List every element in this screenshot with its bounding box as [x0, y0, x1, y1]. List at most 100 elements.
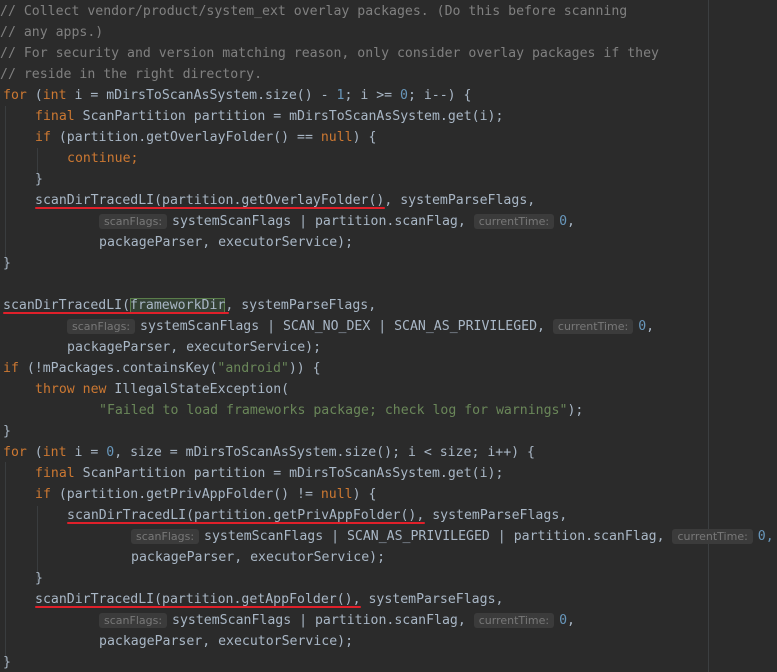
- code-text: }: [35, 571, 43, 586]
- parameter-hint: scanFlags:: [99, 613, 168, 628]
- code-text: (: [26, 88, 43, 103]
- error-underline: [67, 522, 425, 524]
- highlighted-identifier[interactable]: frameworkDir: [130, 298, 226, 313]
- code-text: ,: [567, 613, 575, 628]
- code-text: ,: [646, 319, 655, 334]
- code-line: final ScanPartition partition = mDirsToS…: [35, 106, 503, 127]
- code-line: }: [3, 421, 11, 442]
- code-text: ) {: [352, 487, 377, 502]
- code-text: }: [3, 256, 11, 271]
- code-line: scanFlags: systemScanFlags | SCAN_AS_PRIV…: [131, 526, 774, 547]
- code-text: ) {: [352, 130, 377, 145]
- parameter-hint: scanFlags:: [131, 529, 200, 544]
- error-underline: [35, 606, 361, 608]
- parameter-hint: scanFlags:: [99, 214, 168, 229]
- code-line: // reside in the right directory.: [0, 64, 262, 85]
- number-literal: 0: [559, 214, 568, 229]
- code-text: (: [26, 445, 43, 460]
- code-text: packageParser, executorService);: [99, 235, 354, 250]
- code-line: }: [35, 568, 43, 589]
- parameter-hint: currentTime:: [473, 613, 555, 628]
- code-line: // Collect vendor/product/system_ext ove…: [0, 1, 627, 22]
- method-call[interactable]: scanDirTracedLI(: [3, 298, 130, 313]
- code-text: (!mPackages.containsKey(: [18, 361, 218, 376]
- keyword: for: [3, 445, 27, 460]
- keyword: null: [320, 487, 353, 502]
- code-line: // For security and version matching rea…: [0, 43, 659, 64]
- code-text: packageParser, executorService);: [99, 634, 354, 649]
- code-text: }: [3, 424, 11, 439]
- comment: // reside in the right directory.: [0, 67, 263, 82]
- code-text: , systemParseFlags,: [416, 508, 568, 523]
- method-call[interactable]: scanDirTracedLI(partition.getPrivAppFold…: [67, 508, 416, 523]
- code-text: systemScanFlags | partition.scanFlag,: [172, 613, 474, 628]
- code-line: packageParser, executorService);: [99, 232, 353, 253]
- code-line: if (!mPackages.containsKey("android")) {: [3, 358, 321, 379]
- code-text: (partition.getPrivAppFolder() !=: [50, 487, 321, 502]
- code-line: if (partition.getPrivAppFolder() != null…: [35, 484, 376, 505]
- code-editor[interactable]: // Collect vendor/product/system_ext ove…: [0, 0, 777, 672]
- code-line: scanFlags: systemScanFlags | SCAN_NO_DEX …: [67, 316, 654, 337]
- code-text: )) {: [288, 361, 321, 376]
- code-text: }: [35, 172, 43, 187]
- keyword: int: [42, 445, 67, 460]
- keyword: for: [3, 88, 27, 103]
- code-text: packageParser, executorService);: [67, 340, 322, 355]
- comment: // any apps.): [0, 25, 104, 40]
- code-text: , systemParseFlags,: [225, 298, 377, 313]
- error-underline: [3, 312, 229, 314]
- code-text: , systemParseFlags,: [384, 193, 536, 208]
- keyword: final: [35, 109, 75, 124]
- code-text: systemScanFlags | partition.scanFlag,: [172, 214, 474, 229]
- code-text: , size = mDirsToScanAsSystem.size(); i <…: [114, 445, 535, 460]
- code-text: );: [567, 403, 584, 418]
- code-text: IllegalStateException(: [106, 382, 290, 397]
- method-call[interactable]: scanDirTracedLI(partition.getOverlayFold…: [35, 193, 384, 208]
- indent-guide: [5, 462, 6, 662]
- number-literal: 0: [559, 613, 568, 628]
- code-line: }: [3, 253, 11, 274]
- code-text: systemScanFlags | SCAN_AS_PRIVILEGED | p…: [204, 529, 673, 544]
- code-text: systemScanFlags | SCAN_NO_DEX | SCAN_AS_…: [140, 319, 553, 334]
- number-literal: 0: [106, 445, 115, 460]
- number-literal: 0: [638, 319, 647, 334]
- code-text: ; i--) {: [407, 88, 472, 103]
- code-line: scanFlags: systemScanFlags | partition.sc…: [99, 211, 575, 232]
- code-text: , systemParseFlags,: [352, 592, 504, 607]
- code-line: }: [35, 169, 43, 190]
- parameter-hint: currentTime:: [672, 529, 753, 544]
- code-line: scanFlags: systemScanFlags | partition.sc…: [99, 610, 575, 631]
- string-literal: "android": [217, 361, 289, 376]
- indent-guide: [5, 106, 6, 268]
- code-text: i =: [66, 445, 107, 460]
- code-line: "Failed to load frameworks package; chec…: [99, 400, 583, 421]
- code-text: ,: [567, 214, 575, 229]
- code-text: ScanPartition partition = mDirsToScanAsS…: [74, 466, 504, 481]
- comment: // For security and version matching rea…: [0, 46, 659, 61]
- method-call[interactable]: scanDirTracedLI(partition.getAppFolder(): [35, 592, 353, 607]
- keyword: if: [35, 130, 51, 145]
- comment: // Collect vendor/product/system_ext ove…: [0, 4, 628, 19]
- code-line: continue;: [67, 148, 138, 169]
- code-line: // any apps.): [0, 22, 103, 43]
- code-text: packageParser, executorService);: [131, 550, 386, 565]
- keyword: continue;: [67, 151, 139, 166]
- keyword: final: [35, 466, 75, 481]
- string-literal: "Failed to load frameworks package; chec…: [99, 403, 568, 418]
- code-line: final ScanPartition partition = mDirsToS…: [35, 463, 503, 484]
- parameter-hint: currentTime:: [552, 319, 634, 334]
- parameter-hint: scanFlags:: [67, 319, 136, 334]
- code-line: packageParser, executorService);: [67, 337, 321, 358]
- number-literal: 0: [400, 88, 408, 103]
- error-underline: [35, 207, 385, 209]
- code-line: for (int i = 0, size = mDirsToScanAsSyst…: [3, 442, 535, 463]
- code-text: (partition.getOverlayFolder() ==: [50, 130, 321, 145]
- code-text: ScanPartition partition = mDirsToScanAsS…: [74, 109, 504, 124]
- code-text: i = mDirsToScanAsSystem.size() -: [66, 88, 337, 103]
- code-text: }: [3, 655, 11, 670]
- code-line: for (int i = mDirsToScanAsSystem.size() …: [3, 85, 472, 106]
- keyword: throw new: [35, 382, 107, 397]
- code-line: if (partition.getOverlayFolder() == null…: [35, 127, 376, 148]
- number-literal: 0,: [757, 529, 774, 544]
- code-line: packageParser, executorService);: [99, 631, 353, 652]
